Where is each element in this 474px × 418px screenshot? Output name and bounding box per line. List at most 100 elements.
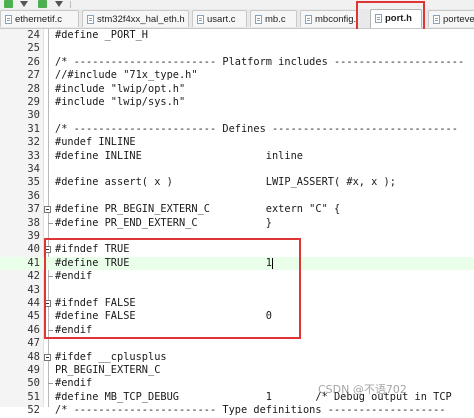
file-icon — [305, 15, 312, 24]
line-number: 37 — [27, 203, 40, 216]
tab-usart-c[interactable]: usart.c — [192, 10, 247, 27]
code-text: #define assert( x ) LWIP_ASSERT( #x, x )… — [55, 176, 396, 189]
code-line: 44 #ifndef FALSE — [0, 297, 474, 310]
code-text: #include "lwip/sys.h" — [55, 96, 186, 108]
code-text: #endif — [55, 323, 93, 336]
code-line: 49 PR_BEGIN_EXTERN_C — [0, 364, 474, 377]
code-line: 24 #define _PORT_H — [0, 29, 474, 42]
line-number: 45 — [27, 310, 40, 323]
code-text: #undef INLINE — [55, 136, 136, 149]
line-number: 31 — [27, 122, 40, 135]
file-icon — [87, 15, 94, 24]
code-line: 32 #undef INLINE — [0, 136, 474, 149]
code-text: #ifndef FALSE — [55, 297, 136, 309]
line-number: 32 — [27, 136, 40, 149]
code-line: 43 — [0, 284, 474, 297]
line-number: 46 — [27, 323, 40, 336]
line-number: 47 — [27, 337, 40, 350]
fold-toggle-icon[interactable] — [44, 300, 51, 307]
code-text: PR_BEGIN_EXTERN_C — [55, 364, 161, 376]
code-line: 27 //#include "71x_type.h" — [0, 69, 474, 82]
line-number: 26 — [27, 55, 40, 68]
line-number: 34 — [27, 163, 40, 175]
code-text: #define TRUE 1 — [55, 256, 272, 269]
tab-label: mb.c — [265, 14, 286, 25]
code-line: 42 #endif — [0, 270, 474, 283]
line-number: 48 — [27, 350, 40, 363]
code-line: 48 #ifdef __cplusplus — [0, 351, 474, 364]
tab-stm32f4xx-hal-eth-h[interactable]: stm32f4xx_hal_eth.h — [82, 10, 189, 27]
code-line: 34 — [0, 163, 474, 176]
code-line: 47 — [0, 337, 474, 350]
code-text: #endif — [55, 377, 93, 390]
file-icon — [5, 15, 12, 24]
line-number: 41 — [27, 256, 40, 269]
code-line: 39 — [0, 230, 474, 243]
file-icon — [255, 15, 262, 24]
fold-toggle-icon[interactable] — [44, 353, 51, 361]
code-text: #define _PORT_H — [55, 29, 148, 41]
code-line: 37 #define PR_BEGIN_EXTERN_C extern "C" … — [0, 203, 474, 216]
code-text: /* ----------------------- Type definiti… — [55, 404, 446, 417]
tab-porteve[interactable]: porteve — [428, 10, 474, 27]
code-line: 35 #define assert( x ) LWIP_ASSERT( #x, … — [0, 176, 474, 189]
tab-label: stm32f4xx_hal_eth.h — [97, 14, 185, 25]
code-text: #include "lwip/opt.h" — [55, 82, 186, 95]
code-text: #ifdef __cplusplus — [55, 350, 167, 363]
fold-end-marker — [48, 222, 53, 224]
line-number: 51 — [27, 390, 40, 403]
fold-end-marker — [48, 329, 53, 331]
line-number: 28 — [27, 82, 40, 95]
tab-mbconfig-h[interactable]: mbconfig.h — [300, 10, 358, 27]
code-text: #define PR_END_EXTERN_C } — [55, 216, 272, 229]
code-text: /* ----------------------- Platform incl… — [55, 55, 465, 68]
fold-toggle-icon[interactable] — [44, 246, 51, 254]
line-number: 40 — [27, 243, 40, 256]
build-icon[interactable] — [4, 0, 13, 8]
code-line: 28 #include "lwip/opt.h" — [0, 83, 474, 96]
code-line: 36 — [0, 190, 474, 203]
tab-ethernetif-c[interactable]: ethernetif.c — [0, 10, 79, 27]
watermark: CSDN @不语702 — [318, 383, 407, 396]
file-icon — [375, 14, 382, 23]
text-caret — [272, 257, 273, 269]
line-number: 42 — [27, 270, 40, 283]
code-line: 45 #define FALSE 0 — [0, 310, 474, 323]
tab-label: ethernetif.c — [15, 14, 62, 25]
line-number: 38 — [27, 216, 40, 229]
code-line: 25 — [0, 42, 474, 55]
run-icon[interactable] — [38, 0, 47, 8]
code-line: 52 /* ----------------------- Type defin… — [0, 404, 474, 417]
code-line: 40 #ifndef TRUE — [0, 243, 474, 256]
line-number: 50 — [27, 377, 40, 390]
line-number: 35 — [27, 176, 40, 189]
code-text: #ifndef TRUE — [55, 243, 130, 256]
code-text: #endif — [55, 270, 93, 283]
line-number: 39 — [27, 230, 40, 242]
line-number: 24 — [27, 29, 40, 41]
code-editor[interactable]: 24 #define _PORT_H 25 26 /* ------------… — [0, 29, 474, 416]
code-line: 33 #define INLINE inline — [0, 150, 474, 163]
tab-port-h[interactable]: port.h — [370, 9, 422, 28]
current-code-line: 41 #define TRUE 1 — [0, 256, 474, 271]
code-text: /* ----------------------- Defines -----… — [55, 122, 458, 135]
line-number: 43 — [27, 283, 40, 296]
code-text: #define FALSE 0 — [55, 310, 272, 323]
dropdown-arrow-icon[interactable] — [55, 1, 63, 7]
tab-label: porteve — [443, 14, 474, 25]
tab-label: mbconfig.h — [315, 14, 358, 25]
file-tab-bar: ethernetif.c stm32f4xx_hal_eth.h usart.c… — [0, 9, 474, 29]
toolbar-separator — [70, 1, 71, 8]
fold-toggle-icon[interactable] — [44, 206, 51, 214]
code-text: #define PR_BEGIN_EXTERN_C extern "C" { — [55, 203, 341, 216]
tab-mb-c[interactable]: mb.c — [250, 10, 297, 27]
line-number: 27 — [27, 69, 40, 82]
line-number: 25 — [27, 42, 40, 55]
tab-label: usart.c — [207, 14, 236, 25]
line-number: 52 — [27, 404, 40, 417]
code-line: 30 — [0, 109, 474, 122]
fold-end-marker — [48, 276, 53, 278]
dropdown-arrow-icon[interactable] — [20, 1, 28, 7]
code-line: 38 #define PR_END_EXTERN_C } — [0, 217, 474, 230]
line-number: 36 — [27, 189, 40, 202]
